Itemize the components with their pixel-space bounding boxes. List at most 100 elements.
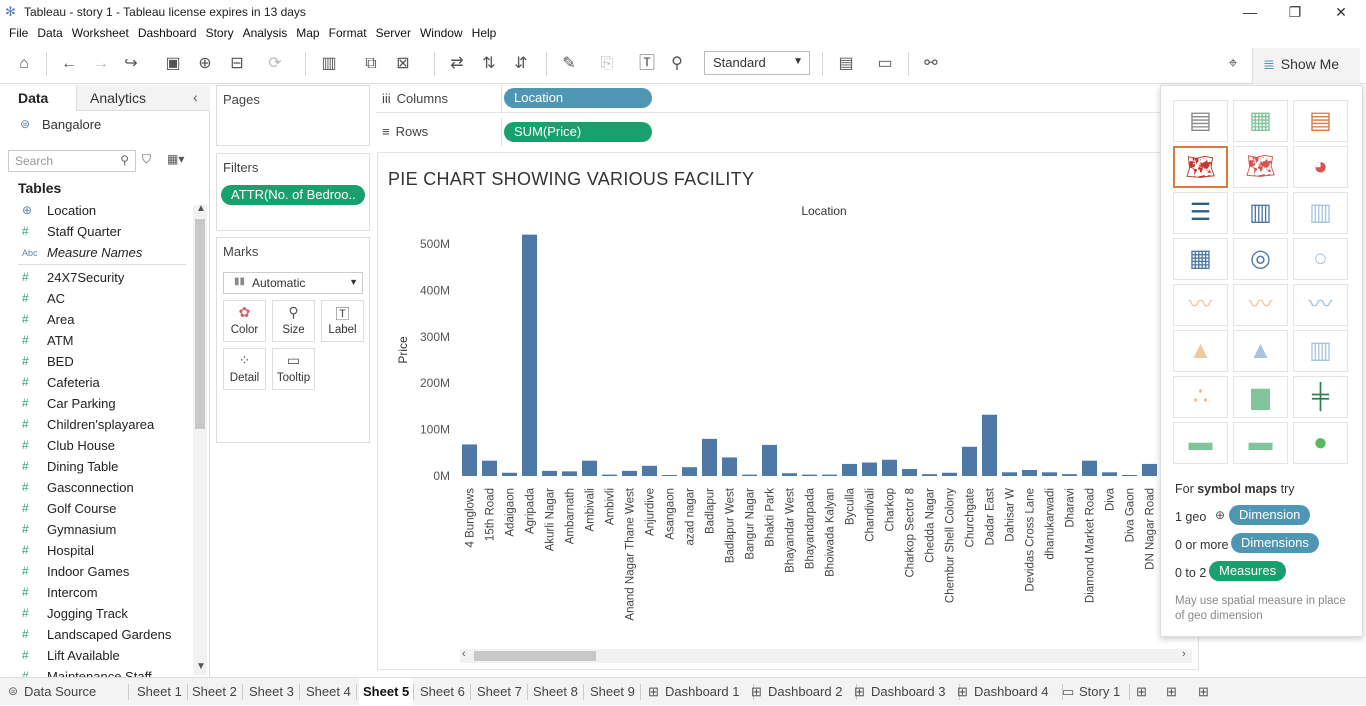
chart-type-area-discrete[interactable]: ▲ — [1233, 330, 1288, 372]
chart-type-dual-combination[interactable]: ▥ — [1293, 330, 1348, 372]
datasource-name[interactable]: Bangalore — [42, 117, 101, 132]
field-item[interactable]: ⊕ Location — [0, 201, 192, 222]
show-me-button[interactable]: ≣ Show Me — [1252, 48, 1360, 84]
bar[interactable] — [602, 474, 617, 476]
undo-icon[interactable]: ← — [58, 53, 80, 75]
sheet-tab[interactable]: Sheet 9 — [590, 684, 635, 699]
mark-type-select[interactable]: ▮▮ Automatic ▼ — [223, 272, 363, 294]
field-item[interactable]: # Hospital — [0, 541, 192, 562]
chart-type-histogram[interactable]: ▆ — [1233, 376, 1288, 418]
redo-icon[interactable]: → — [90, 53, 112, 75]
sheet-tab[interactable]: Dashboard 1 — [665, 684, 739, 699]
bar[interactable] — [1042, 472, 1057, 476]
chart-type-area-continuous[interactable]: ▲ — [1173, 330, 1228, 372]
format-painter-icon[interactable]: ⌖ — [1222, 53, 1244, 75]
sheet-tab[interactable]: Story 1 — [1079, 684, 1120, 699]
menu-format[interactable]: Format — [329, 24, 367, 40]
field-item[interactable]: # Cafeteria — [0, 373, 192, 394]
sheet-tab[interactable]: Dashboard 4 — [974, 684, 1048, 699]
chart-type-text-table[interactable]: ▤ — [1173, 100, 1228, 142]
field-item[interactable]: # Landscaped Gardens — [0, 625, 192, 646]
field-item[interactable]: # Area — [0, 310, 192, 331]
sort-descending-icon[interactable]: ⇵ — [510, 53, 532, 75]
chart-type-scatter-plot[interactable]: ∴ — [1173, 376, 1228, 418]
field-item[interactable]: # Gasconnection — [0, 478, 192, 499]
bar[interactable] — [462, 444, 477, 476]
bar[interactable] — [582, 460, 597, 476]
duplicate-sheet-icon[interactable]: ⧉ — [360, 53, 382, 75]
field-item[interactable]: # Children'splayarea — [0, 415, 192, 436]
bar[interactable] — [762, 444, 777, 476]
chart-type-box-and-whisker[interactable]: ╪ — [1293, 376, 1348, 418]
bar[interactable] — [1142, 463, 1157, 476]
menu-data[interactable]: Data — [37, 24, 62, 40]
hscroll-thumb[interactable] — [474, 651, 596, 661]
sheet-tab[interactable]: Sheet 2 — [192, 684, 237, 699]
fit-select[interactable]: Standard ▼ — [704, 51, 810, 75]
chart-type-stacked-bars[interactable]: ▥ — [1233, 192, 1288, 234]
mark-label-button[interactable]: 🅃 Label — [321, 300, 364, 342]
bar[interactable] — [482, 460, 497, 476]
chart-type-bullet-graph[interactable]: ▬ — [1233, 422, 1288, 464]
labels-icon[interactable]: 🅃 — [636, 53, 658, 75]
viz-canvas[interactable]: PIE CHART SHOWING VARIOUS FACILITY Locat… — [377, 152, 1199, 670]
sheet-tab[interactable]: Sheet 8 — [533, 684, 578, 699]
tab-analytics[interactable]: Analytics — [90, 85, 146, 111]
minimize-button[interactable]: — — [1230, 2, 1270, 22]
field-item[interactable]: # Lift Available — [0, 646, 192, 667]
chart-type-treemap[interactable]: ▦ — [1173, 238, 1228, 280]
chart-type-side-by-side-bars[interactable]: ▥ — [1293, 192, 1348, 234]
sheet-tab[interactable]: Sheet 1 — [137, 684, 182, 699]
scroll-left-icon[interactable]: ‹ — [462, 648, 466, 660]
bar[interactable] — [942, 472, 957, 476]
new-dashboard-icon[interactable]: ⊞ — [1166, 684, 1177, 700]
sheet-tab[interactable]: Dashboard 2 — [768, 684, 842, 699]
sheet-tab[interactable]: Sheet 5 — [359, 678, 414, 706]
chart-type-dual-lines[interactable]: 〰 — [1293, 284, 1348, 326]
columns-shelf[interactable]: iii Columns Location — [376, 85, 1160, 113]
bar[interactable] — [702, 438, 717, 476]
collapse-pane-icon[interactable]: ‹ — [193, 89, 198, 105]
bar[interactable] — [622, 470, 637, 476]
new-story-icon[interactable]: ⊞ — [1198, 684, 1209, 700]
search-input[interactable]: Search ⚲ — [8, 150, 136, 172]
bar[interactable] — [562, 471, 577, 476]
field-item[interactable]: # Golf Course — [0, 499, 192, 520]
show-cards-icon[interactable]: ▤ — [835, 53, 857, 75]
chart-type-heat-map[interactable]: ▦ — [1233, 100, 1288, 142]
filters-card[interactable]: Filters ATTR(No. of Bedroo.. — [216, 153, 370, 231]
menu-server[interactable]: Server — [376, 24, 411, 40]
sheet-tab[interactable]: Sheet 6 — [420, 684, 465, 699]
field-item[interactable]: # BED — [0, 352, 192, 373]
bar[interactable] — [1002, 472, 1017, 476]
chart-type-gantt-chart[interactable]: ▬ — [1173, 422, 1228, 464]
bar[interactable] — [1122, 475, 1137, 476]
share-icon[interactable]: ⚯ — [920, 53, 942, 75]
field-item[interactable]: # Jogging Track — [0, 604, 192, 625]
maximize-button[interactable]: ❐ — [1275, 2, 1315, 22]
bar[interactable] — [1062, 474, 1077, 476]
bar[interactable] — [722, 457, 737, 476]
bar[interactable] — [682, 467, 697, 476]
bar[interactable] — [802, 474, 817, 476]
presentation-icon[interactable]: ▭ — [874, 53, 896, 75]
filter-pill[interactable]: ATTR(No. of Bedroo.. — [221, 185, 365, 205]
pause-updates-icon[interactable]: ⊟ — [226, 53, 248, 75]
bar[interactable] — [542, 470, 557, 476]
menu-file[interactable]: File — [9, 24, 28, 40]
mark-detail-button[interactable]: ⁘ Detail — [223, 348, 266, 390]
columns-pill[interactable]: Location — [504, 88, 652, 108]
filter-icon[interactable]: ⛉ — [142, 152, 151, 167]
chart-type-lines-discrete[interactable]: 〰 — [1233, 284, 1288, 326]
sheet-tab[interactable]: Sheet 4 — [306, 684, 351, 699]
rows-pill[interactable]: SUM(Price) — [504, 122, 652, 142]
group-icon[interactable]: ⎘ — [596, 53, 618, 75]
bar[interactable] — [842, 463, 857, 476]
field-item[interactable]: # Dining Table — [0, 457, 192, 478]
new-worksheet-icon[interactable]: ⊞ — [1136, 684, 1147, 700]
highlight-icon[interactable]: ✎ — [558, 53, 580, 75]
close-button[interactable]: ✕ — [1321, 2, 1361, 22]
swap-icon[interactable]: ⇄ — [446, 53, 468, 75]
chart-type-horizontal-bars[interactable]: ☰ — [1173, 192, 1228, 234]
sheet-tab[interactable]: Data Source — [24, 684, 96, 699]
